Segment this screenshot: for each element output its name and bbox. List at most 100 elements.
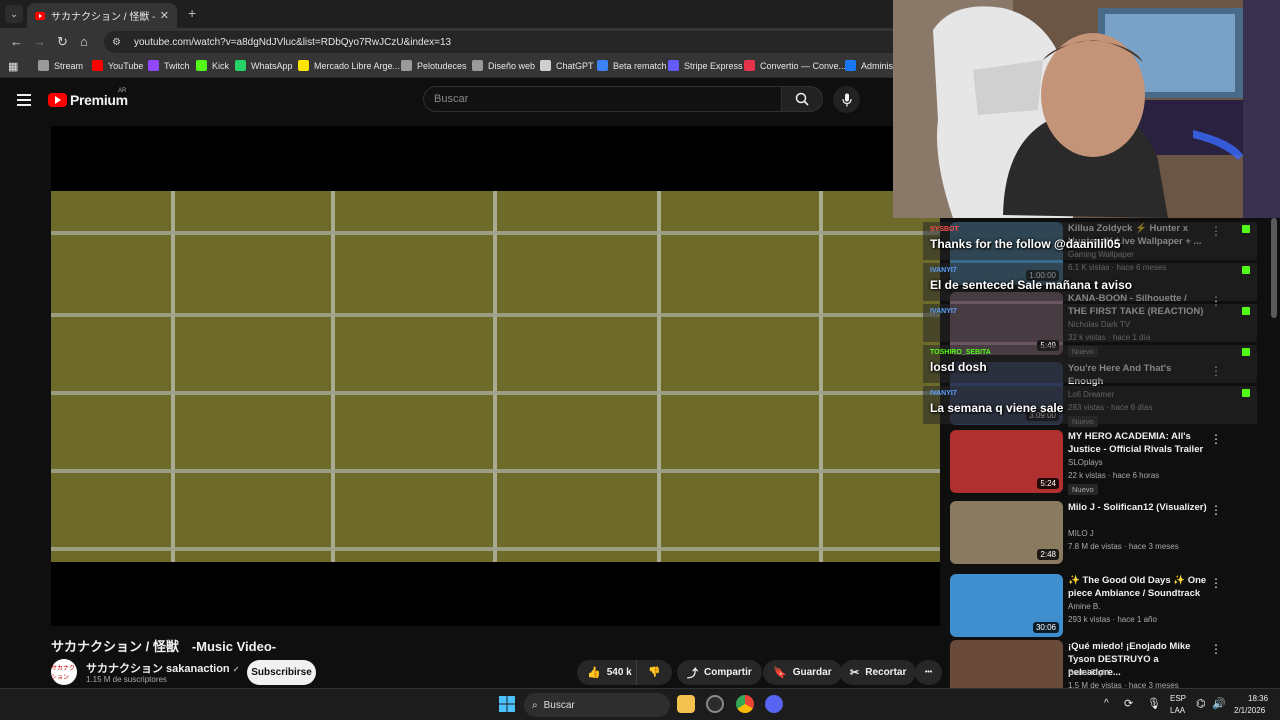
tab-search-button[interactable]: ⌄	[5, 5, 23, 23]
video-player[interactable]	[51, 126, 940, 626]
file-explorer-icon[interactable]	[677, 695, 695, 713]
sidebar-scrollbar[interactable]	[1271, 218, 1277, 318]
kick-platform-icon	[1242, 348, 1250, 356]
tab-close-icon[interactable]: ✕	[160, 9, 169, 22]
forward-arrow-icon[interactable]: →	[33, 34, 46, 49]
channel-name[interactable]: サカナクション sakanaction ✓	[86, 660, 239, 676]
clock-date[interactable]: 2/1/2026	[1234, 706, 1265, 715]
video-duration: 2:48	[1037, 549, 1059, 560]
more-actions-button[interactable]: •••	[915, 660, 942, 685]
recommendation-channel[interactable]: MILO J	[1068, 529, 1094, 538]
bookmark-item[interactable]: Stripe Express	[668, 60, 743, 71]
bookmark-item[interactable]: Mercado Libre Arge...	[298, 60, 400, 71]
webcam-overlay	[893, 0, 1280, 218]
bookmark-item[interactable]: Convertio — Conve...	[744, 60, 846, 71]
recommendation-title[interactable]: Milo J - Solifican12 (Visualizer)	[1068, 501, 1208, 514]
bookmark-item[interactable]: WhatsApp	[235, 60, 293, 71]
video-thumbnail[interactable]: 2:48	[950, 501, 1063, 564]
bookmark-favicon-icon	[196, 60, 207, 71]
youtube-premium-logo[interactable]: Premium AR	[48, 88, 128, 108]
recommendation-item[interactable]: 2:48 Milo J - Solifican12 (Visualizer) MIL…	[950, 501, 1250, 567]
chrome-icon[interactable]	[736, 695, 754, 713]
back-arrow-icon[interactable]: ←	[10, 34, 23, 49]
discord-icon[interactable]	[765, 695, 783, 713]
video-thumbnail[interactable]	[950, 640, 1063, 688]
bookmark-item[interactable]: Pelotudeces	[401, 60, 467, 71]
bookmark-favicon-icon	[845, 60, 856, 71]
subscribe-button[interactable]: Subscribirse	[247, 660, 316, 685]
bookmark-item[interactable]: YouTube	[92, 60, 143, 71]
recommendation-item[interactable]: 30:06 ✨ The Good Old Days ✨ One piece Amb…	[950, 574, 1250, 640]
chat-username: IVANYI7	[930, 308, 957, 315]
chat-text: Thanks for the follow @daanilil05	[930, 237, 1121, 251]
recommendation-item[interactable]: 5:24 MY HERO ACADEMIA: All's Justice - Of…	[950, 430, 1250, 496]
taskbar-search[interactable]: ⌕ Buscar	[524, 693, 670, 717]
video-thumbnail[interactable]: 30:06	[950, 574, 1063, 637]
tray-chevron-up-icon[interactable]: ^	[1104, 698, 1109, 709]
bookmark-label: Stream	[54, 60, 84, 71]
video-thumbnail[interactable]: 5:24	[950, 430, 1063, 493]
bookmark-item[interactable]: Administ	[845, 60, 896, 71]
bookmark-label: Diseño web	[488, 60, 536, 71]
more-options-icon[interactable]: ⋮	[1210, 576, 1222, 590]
channel-avatar[interactable]: サカナクション	[51, 659, 77, 685]
more-options-icon[interactable]: ⋮	[1210, 503, 1222, 517]
streamer-webcam-image	[893, 0, 1280, 218]
share-label: Compartir	[704, 667, 752, 678]
recommendation-channel[interactable]: Amine B.	[1068, 602, 1100, 611]
browser-tab-active[interactable]: サカナクション / 怪獣 -Music Vid ✕	[27, 3, 177, 28]
bookmark-favicon-icon	[401, 60, 412, 71]
tray-sync-icon[interactable]: ⟳	[1124, 697, 1133, 710]
language-top[interactable]: ESP	[1170, 694, 1186, 703]
bookmark-label: Convertio — Conve...	[760, 60, 847, 71]
thumbs-up-icon: 👍	[587, 667, 601, 679]
bookmark-favicon-icon	[148, 60, 159, 71]
bookmark-favicon-icon	[597, 60, 608, 71]
recommendation-channel[interactable]: Brutal Fight	[1068, 668, 1109, 677]
reload-icon[interactable]: ↻	[57, 34, 68, 50]
bookmark-item[interactable]: Kick	[196, 60, 229, 71]
dislike-button[interactable]: 👎	[637, 660, 672, 685]
site-info-icon[interactable]: ⚙	[112, 37, 126, 48]
save-button[interactable]: 🔖 Guardar	[763, 660, 842, 685]
home-icon[interactable]: ⌂	[80, 34, 88, 49]
volume-icon[interactable]: 🔊	[1212, 697, 1226, 710]
language-bottom[interactable]: LAA	[1170, 706, 1185, 715]
recommendation-channel[interactable]: SLOplays	[1068, 458, 1103, 467]
video-title: サカナクション / 怪獣 -Music Video-	[51, 639, 277, 654]
like-button[interactable]: 👍 540 k	[577, 660, 637, 685]
network-icon[interactable]: ⌬	[1196, 697, 1206, 710]
clip-button[interactable]: ✂ Recortar	[840, 660, 917, 685]
apps-grid-icon[interactable]: ▦	[8, 60, 18, 73]
clock-time[interactable]: 18:36	[1248, 694, 1268, 703]
youtube-play-icon	[48, 93, 67, 107]
more-options-icon[interactable]: ⋮	[1210, 642, 1222, 656]
recommendation-title[interactable]: ✨ The Good Old Days ✨ One piece Ambiance…	[1068, 574, 1208, 600]
search-input[interactable]: Buscar	[423, 86, 782, 112]
bookmark-favicon-icon	[235, 60, 246, 71]
recommendation-meta: 7.8 M de vistas · hace 3 meses	[1068, 542, 1179, 551]
kick-platform-icon	[1242, 389, 1250, 397]
address-bar[interactable]: ⚙ youtube.com/watch?v=a8dgNdJVluc&list=R…	[104, 31, 904, 53]
recommendation-item[interactable]: ¡Qué miedo! ¡Enojado Mike Tyson DESTRUYO…	[950, 640, 1250, 688]
new-tab-button[interactable]: +	[188, 5, 196, 21]
voice-search-button[interactable]	[833, 86, 860, 113]
bookmark-item[interactable]: ChatGPT	[540, 60, 594, 71]
more-options-icon[interactable]: ⋮	[1210, 432, 1222, 446]
chat-username: IVANYI7	[930, 267, 957, 274]
bookmark-item[interactable]: Diseño web	[472, 60, 535, 71]
chat-message: TOSHIRO_SEBITA losd dosh	[923, 345, 1257, 383]
chevron-down-icon: ⌄	[10, 8, 18, 19]
search-button[interactable]	[781, 86, 823, 112]
chat-username: SYSBOT	[930, 226, 959, 233]
recommendation-title[interactable]: MY HERO ACADEMIA: All's Justice - Offici…	[1068, 430, 1208, 456]
bookmark-item[interactable]: Stream	[38, 60, 83, 71]
chat-message: IVANYI7 El de senteced Sale mañana t avis…	[923, 263, 1257, 301]
menu-icon[interactable]	[17, 94, 31, 109]
windows-start-icon[interactable]	[498, 695, 516, 713]
bookmark-item[interactable]: Twitch	[148, 60, 190, 71]
bookmark-item[interactable]: Beta rematch	[597, 60, 667, 71]
app-icon[interactable]	[706, 695, 724, 713]
tray-mic-icon[interactable]: 🎙	[1147, 697, 1161, 710]
share-button[interactable]: ⤴ Compartir	[677, 660, 762, 685]
